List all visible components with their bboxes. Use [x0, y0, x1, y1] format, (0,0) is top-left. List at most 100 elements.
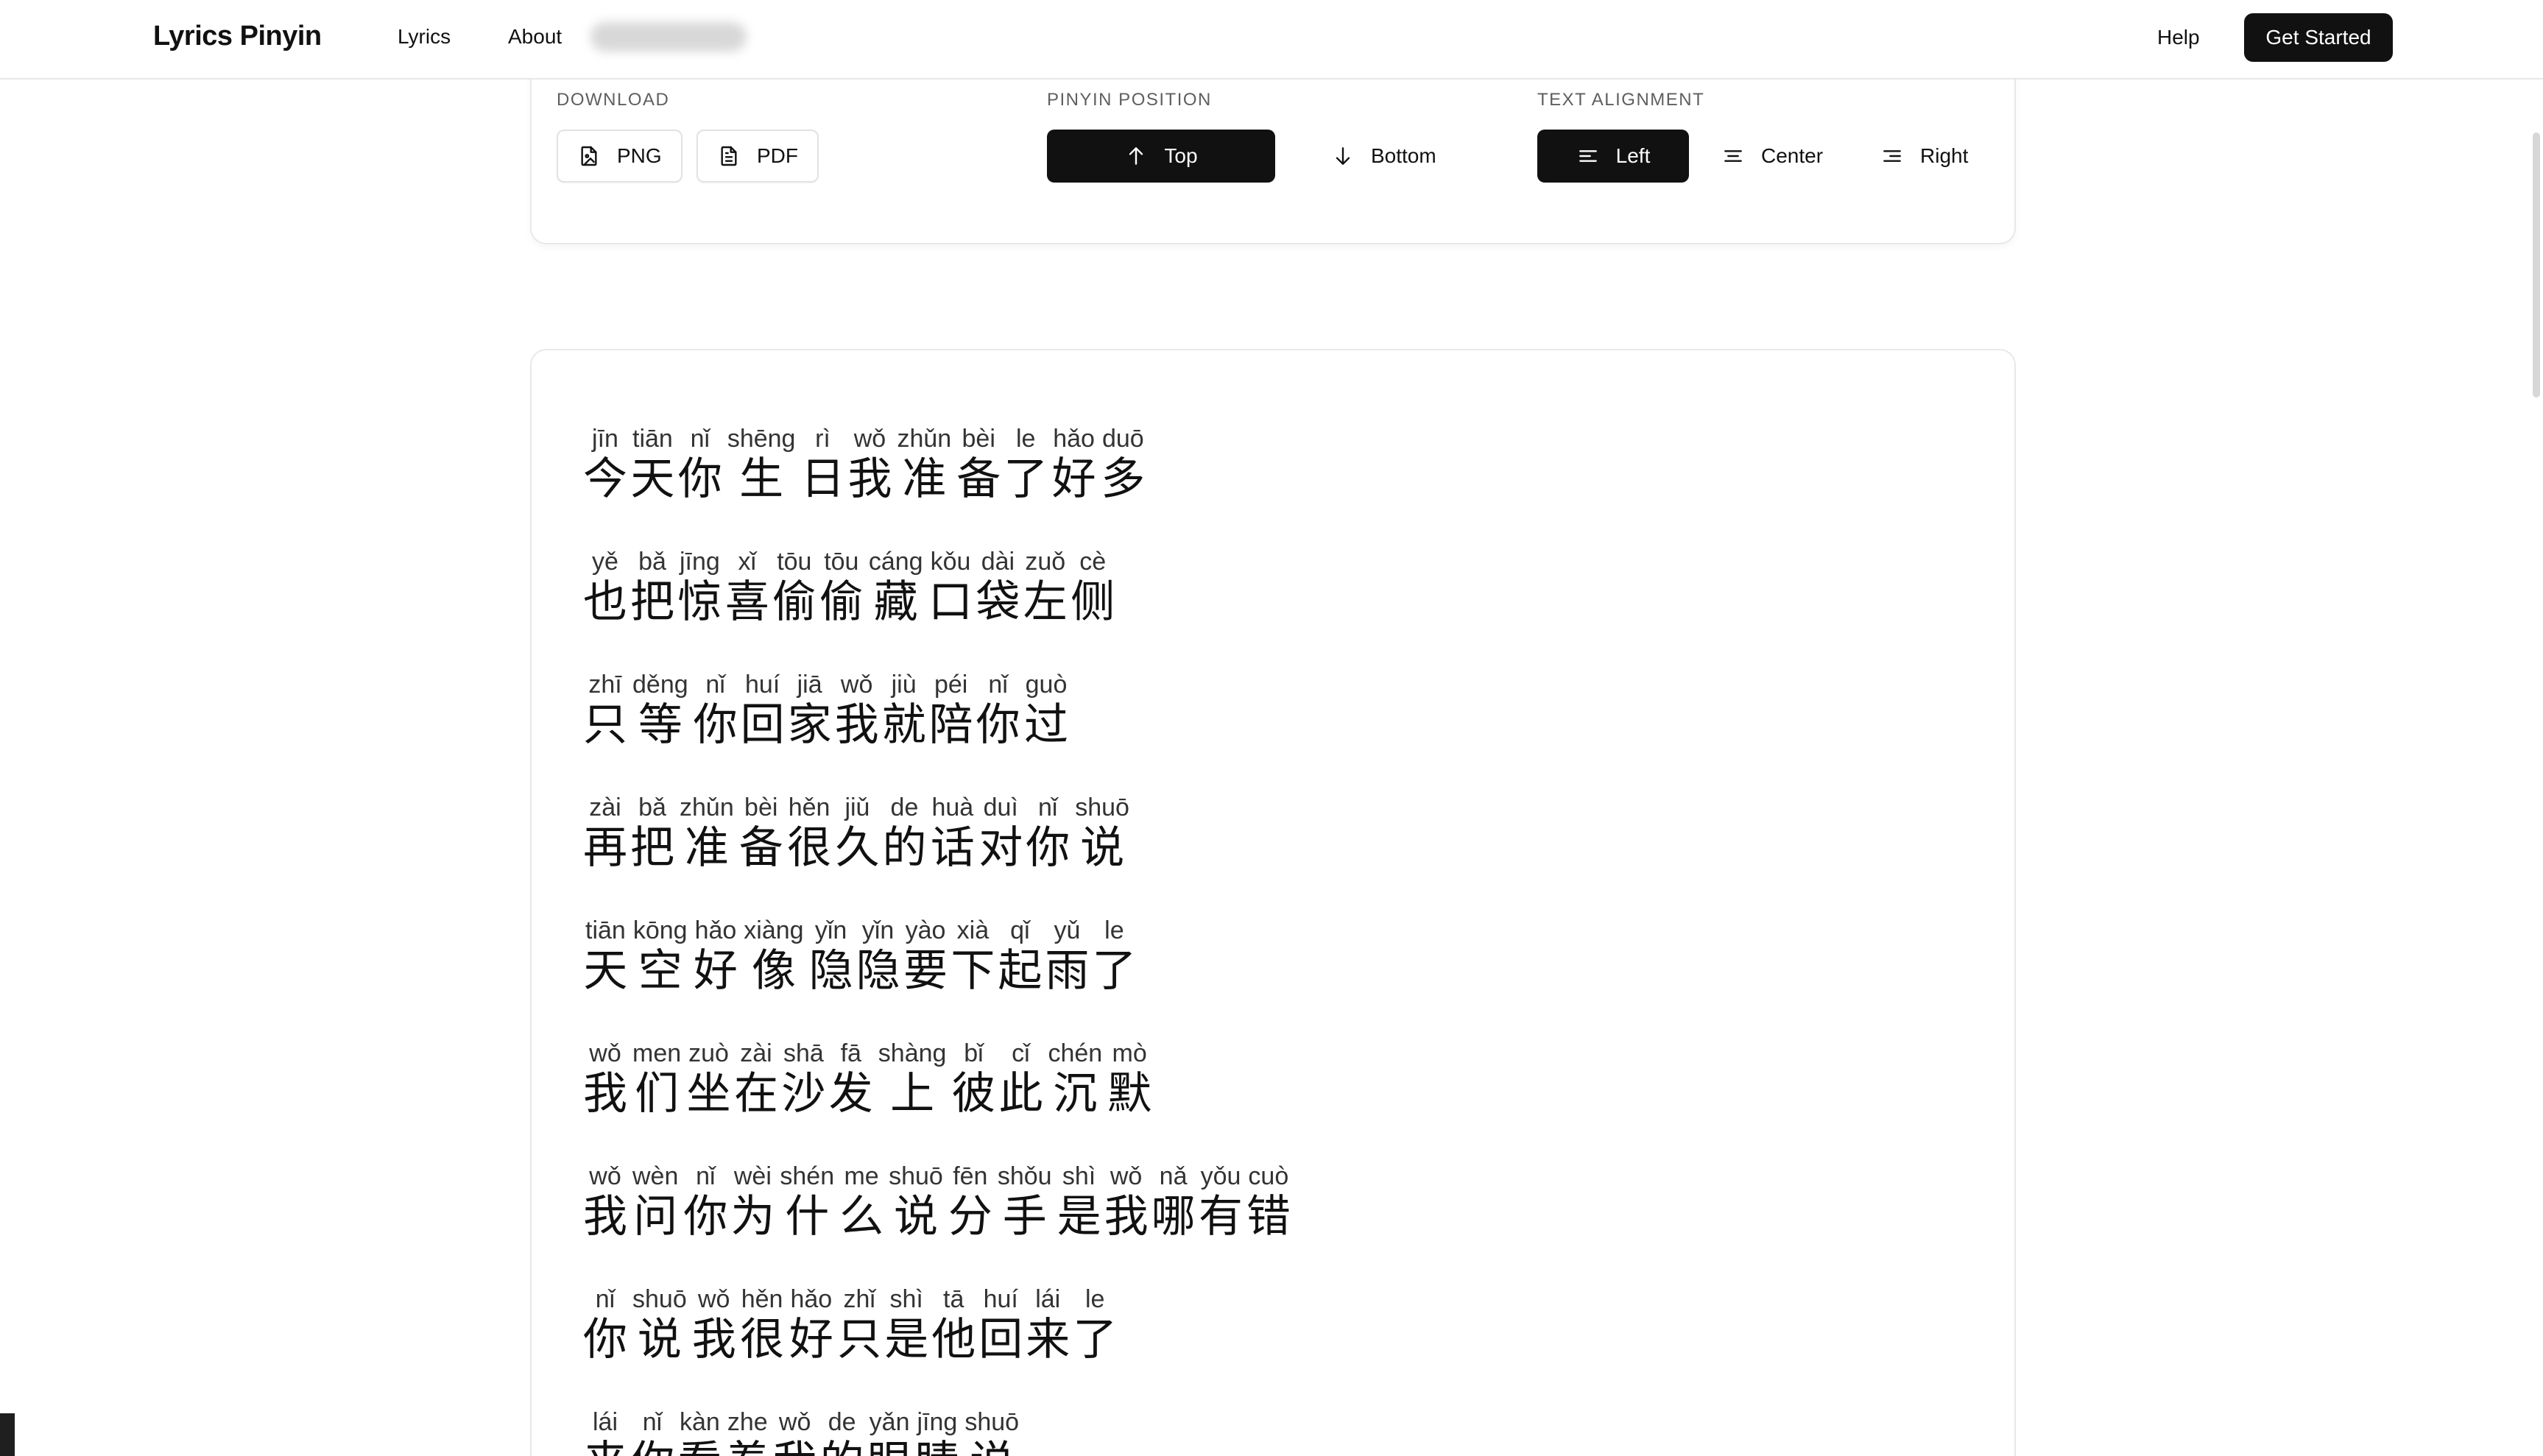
hanzi-character: 我	[583, 1068, 627, 1120]
pinyin-text: shuō	[1075, 794, 1129, 821]
pinyin-text: hǎo	[694, 916, 737, 944]
get-started-button[interactable]: Get Started	[2244, 13, 2393, 62]
lyric-syllable: bǐ 彼	[951, 1039, 995, 1120]
nav-link-about[interactable]: About	[508, 25, 562, 49]
align-center-button[interactable]: Center	[1702, 130, 1842, 183]
lyric-syllable: kǒu 口	[928, 547, 973, 628]
hanzi-character: 准	[684, 822, 729, 874]
pinyin-text: duì	[983, 794, 1018, 821]
hanzi-character: 错	[1246, 1191, 1291, 1243]
pinyin-top-button[interactable]: Top	[1047, 130, 1275, 183]
lyric-syllable: fēn 分	[948, 1162, 992, 1243]
align-right-button[interactable]: Right	[1861, 130, 1987, 183]
hanzi-character: 他	[931, 1314, 976, 1365]
hanzi-character: 偷	[772, 576, 816, 628]
pinyin-text: cè	[1079, 548, 1107, 576]
align-left-button[interactable]: Left	[1537, 130, 1689, 183]
lyric-syllable: de的	[882, 793, 926, 874]
hanzi-character: 好	[693, 945, 738, 997]
pinyin-text: tōu	[824, 548, 859, 576]
pinyin-text: yǐn	[814, 916, 847, 944]
hanzi-character: 们	[635, 1068, 680, 1120]
arrow-up-icon	[1129, 147, 1143, 165]
lyric-syllable: mò 默	[1107, 1039, 1151, 1120]
nav-link-lyrics[interactable]: Lyrics	[398, 25, 451, 49]
lyric-syllable: yǐn 隐	[856, 916, 900, 997]
hanzi-character: 好	[1051, 453, 1096, 505]
pinyin-text: cǐ	[1012, 1039, 1030, 1067]
download-png-button[interactable]: PNG	[557, 130, 683, 183]
lyric-syllable: yào 要	[903, 916, 948, 997]
lyric-syllable: bèi 备	[956, 424, 1001, 505]
hanzi-character: 偷	[819, 576, 864, 628]
lyric-syllable: zhī 只	[583, 670, 627, 751]
lyric-syllable: nǐ你	[583, 1284, 627, 1365]
lyric-syllable: wǒ我	[583, 1039, 627, 1120]
hanzi-character: 沉	[1053, 1068, 1098, 1120]
pinyin-text: yǒu	[1200, 1162, 1241, 1190]
lyric-syllable: de的	[820, 1407, 864, 1456]
pinyin-text: kǒu	[930, 548, 971, 576]
pinyin-text: nǎ	[1159, 1162, 1188, 1190]
pinyin-text: me	[844, 1162, 879, 1190]
align-right-icon	[1883, 150, 1901, 162]
pinyin-text: děng	[632, 671, 688, 699]
pinyin-text: xià	[956, 916, 990, 944]
brand-logo[interactable]: Lyrics Pinyin	[153, 21, 322, 52]
pinyin-bottom-button[interactable]: Bottom	[1312, 130, 1456, 183]
hanzi-character: 也	[583, 576, 627, 628]
center-label: Center	[1761, 144, 1824, 167]
hanzi-character: 说	[970, 1437, 1014, 1456]
lyric-syllable: wèi 为	[730, 1162, 775, 1243]
hanzi-character: 说	[1080, 822, 1125, 874]
lyric-syllable: nǐ你	[683, 1162, 727, 1243]
hanzi-character: 我	[583, 1191, 627, 1243]
scrollbar-thumb[interactable]	[2533, 132, 2540, 397]
lyric-syllable: shì 是	[884, 1284, 928, 1365]
pinyin-text: le	[1104, 916, 1124, 944]
hanzi-character: 把	[630, 576, 674, 628]
pinyin-text: wèi	[733, 1162, 772, 1190]
lyric-syllable: hǎo 好	[788, 1284, 834, 1365]
lyric-syllable: shuō说	[886, 1162, 945, 1243]
lyric-syllable: zài 在	[734, 1039, 778, 1120]
pinyin-text: huí	[983, 1285, 1018, 1313]
lyric-syllable: xiàng 像	[741, 916, 805, 997]
pinyin-text: hěn	[788, 794, 830, 821]
pinyin-text: bǎ	[638, 794, 666, 821]
lyric-syllable: chén 沉	[1045, 1039, 1104, 1120]
help-link[interactable]: Help	[2157, 26, 2200, 49]
lyric-syllable: xià 下	[950, 916, 995, 997]
lyric-syllable: me 么	[839, 1162, 883, 1243]
lyric-syllable: wèn 问	[630, 1162, 680, 1243]
lyric-syllable: nǐ你	[1026, 793, 1070, 874]
hanzi-character: 回	[978, 1314, 1023, 1365]
pinyin-text: zuò	[688, 1039, 729, 1067]
hanzi-character: 侧	[1071, 576, 1115, 628]
pinyin-text: huí	[745, 671, 780, 699]
lyric-line: zhī 只 děng 等 nǐ 你 huí 回 jiā 家 wǒ 我 jiù 就 péi 陪 nǐ 你 guò 过	[583, 640, 1072, 751]
right-label: Right	[1920, 144, 1969, 167]
lyric-syllable: wǒ我	[1104, 1162, 1149, 1243]
lyric-syllable: shǒu 手	[995, 1162, 1054, 1243]
lyric-syllable: shuō说	[630, 1284, 689, 1365]
hanzi-character: 我	[1104, 1191, 1149, 1243]
pinyin-text: de	[828, 1408, 856, 1436]
lyric-syllable: kàn看	[677, 1407, 722, 1456]
pinyin-text: shā	[783, 1039, 824, 1067]
pinyin-text: jīng	[680, 548, 720, 576]
hanzi-character: 眼	[867, 1437, 911, 1456]
hanzi-character: 你	[693, 699, 738, 751]
bottom-label: Bottom	[1371, 144, 1436, 167]
lyric-syllable: rì 日	[800, 424, 844, 505]
hanzi-character: 你	[677, 453, 722, 505]
download-pdf-button[interactable]: PDF	[696, 130, 819, 183]
lyric-line: nǐ 你 shuō 说 wǒ 我 hěn 很 hǎo 好 zhǐ 只 shì 是 tā 他 huí 回 lái 来 le…	[583, 1255, 1120, 1365]
lyric-syllable: zhe着	[725, 1407, 770, 1456]
pinyin-text: huà	[931, 794, 974, 821]
lyric-syllable: dài 袋	[976, 547, 1020, 628]
pinyin-position-label: PINYIN POSITION	[1047, 90, 1212, 110]
hanzi-character: 日	[800, 453, 845, 505]
pinyin-text: yǎn	[869, 1408, 910, 1436]
pinyin-text: nǐ	[595, 1285, 616, 1313]
